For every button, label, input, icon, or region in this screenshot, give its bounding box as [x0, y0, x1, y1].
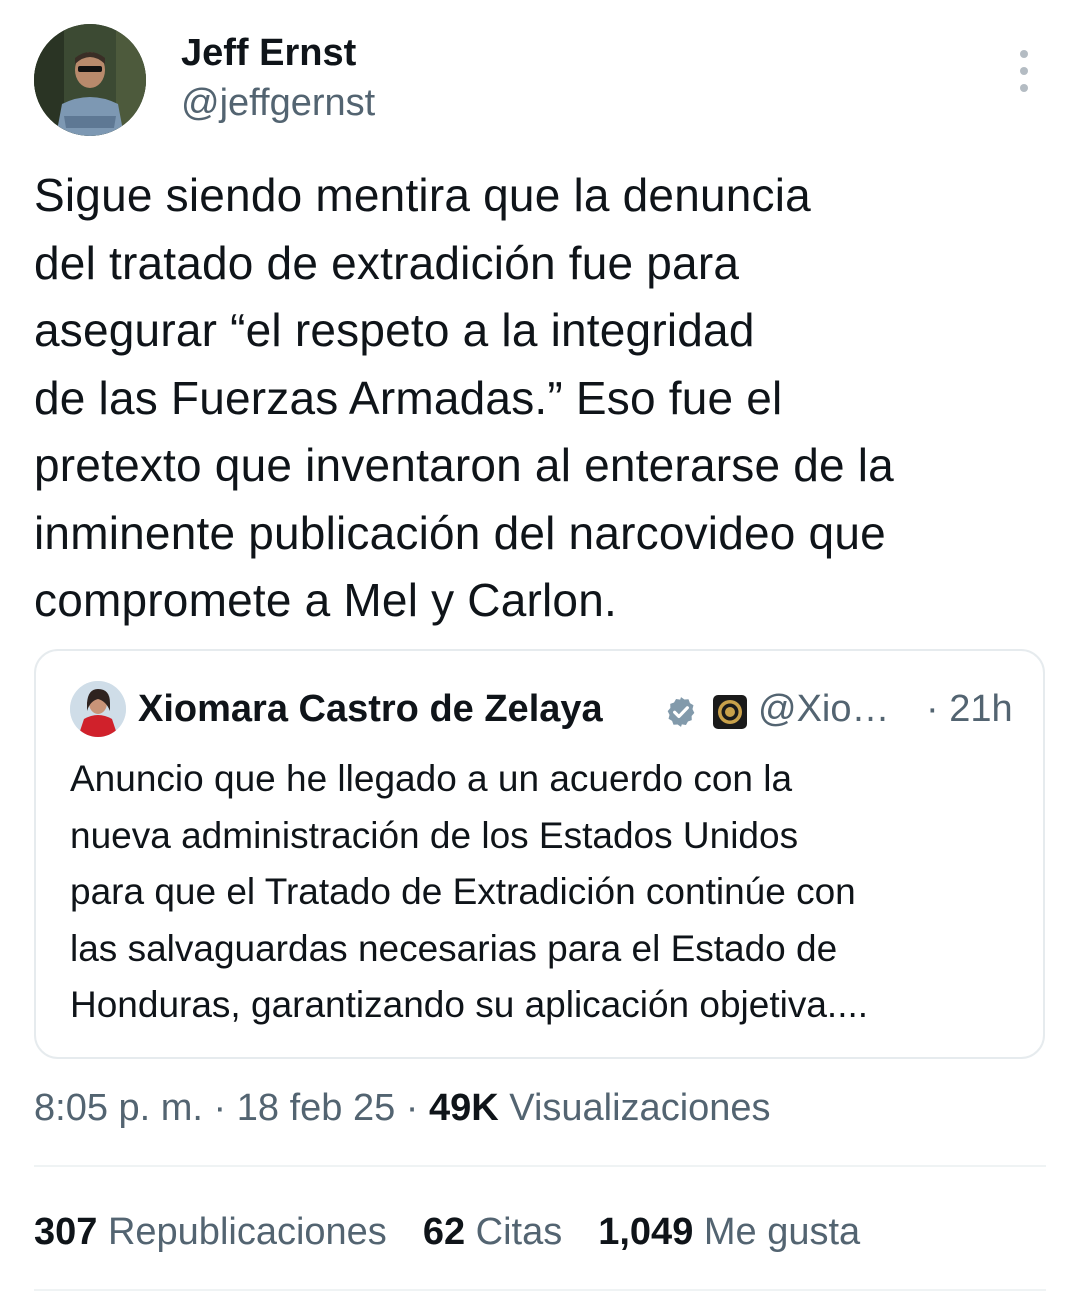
meta-separator: ·: [395, 1087, 430, 1129]
more-icon[interactable]: [1008, 50, 1040, 92]
likes-count: 1,049: [598, 1211, 694, 1253]
views-label: Visualizaciones: [498, 1087, 771, 1129]
affiliate-seal-icon: [713, 695, 747, 729]
author-avatar[interactable]: [34, 24, 146, 136]
quotes-stat[interactable]: 62 Citas: [423, 1208, 562, 1256]
tweet-date[interactable]: 18 feb 25: [237, 1087, 395, 1129]
quotes-count: 62: [422, 1211, 466, 1253]
tweet-text: Sigue siendo mentira que la denuncia del…: [34, 169, 894, 626]
meta-separator: ·: [202, 1087, 237, 1129]
quoted-author-handle: @Xio…: [758, 688, 890, 730]
views-count: 49K: [429, 1087, 499, 1129]
verified-badge-icon: [667, 697, 695, 727]
author-name[interactable]: Jeff Ernst: [181, 30, 356, 76]
quoted-author-name: Xiomara Castro de Zelaya: [138, 688, 603, 730]
divider: [34, 1165, 1046, 1167]
quotes-label: Citas: [465, 1211, 563, 1253]
likes-stat[interactable]: 1,049 Me gusta: [598, 1208, 860, 1256]
likes-label: Me gusta: [693, 1211, 861, 1253]
quoted-tweet[interactable]: Xiomara Castro de Zelaya @Xio… · 21h Anu…: [34, 649, 1045, 1059]
reposts-stat[interactable]: 307 Republicaciones: [34, 1208, 387, 1256]
tweet-time[interactable]: 8:05 p. m.: [34, 1087, 203, 1129]
quoted-author-avatar: [70, 681, 126, 737]
quoted-time: · 21h: [926, 688, 1013, 730]
reposts-label: Republicaciones: [97, 1211, 387, 1253]
tweet-meta: 8:05 p. m. · 18 feb 25 · 49K Visualizaci…: [34, 1084, 771, 1132]
author-handle[interactable]: @jeffgernst: [181, 80, 375, 126]
engagement-stats: 307 Republicaciones 62 Citas 1,049 Me gu…: [34, 1208, 896, 1256]
reposts-count: 307: [34, 1211, 98, 1253]
quoted-text: Anuncio que he llegado a un acuerdo con …: [70, 758, 869, 1025]
divider: [34, 1289, 1046, 1291]
